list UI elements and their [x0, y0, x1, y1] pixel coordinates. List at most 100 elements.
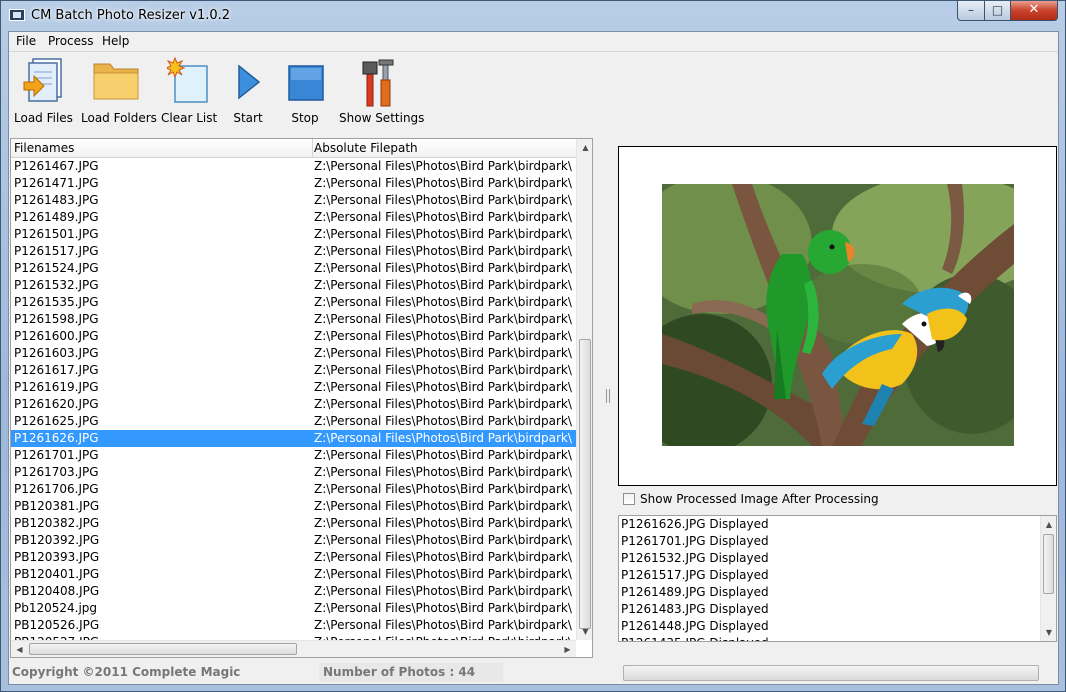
- filename-cell: PB120408.JPG: [14, 584, 100, 598]
- filename-cell: P1261620.JPG: [14, 397, 99, 411]
- log-scroll-thumb[interactable]: [1043, 534, 1054, 594]
- copyright-text: Copyright ©2011 Complete Magic: [12, 665, 241, 679]
- progress-bar: [623, 665, 1039, 681]
- tools-icon: [362, 59, 394, 107]
- table-row[interactable]: P1261471.JPG Z:\Personal Files\Photos\Bir…: [11, 175, 576, 192]
- table-row[interactable]: PB120408.JPG Z:\Personal Files\Photos\Bir…: [11, 583, 576, 600]
- table-row[interactable]: P1261617.JPG Z:\Personal Files\Photos\Bir…: [11, 362, 576, 379]
- table-row[interactable]: PB120382.JPG Z:\Personal Files\Photos\Bir…: [11, 515, 576, 532]
- table-row[interactable]: P1261483.JPG Z:\Personal Files\Photos\Bir…: [11, 192, 576, 209]
- filepath-cell: Z:\Personal Files\Photos\Bird Park\birdp…: [314, 516, 572, 530]
- scroll-thumb[interactable]: [579, 339, 591, 629]
- log-entry: P1261435.JPG Displayed: [619, 635, 1056, 641]
- log-rows: P1261626.JPG Displayed P1261701.JPG Displ…: [619, 516, 1056, 641]
- table-row[interactable]: P1261701.JPG Z:\Personal Files\Photos\Bir…: [11, 447, 576, 464]
- show-processed-checkbox[interactable]: [623, 493, 635, 505]
- log-scroll-down-arrow-icon[interactable]: ▼: [1041, 624, 1056, 641]
- scroll-down-arrow-icon[interactable]: ▼: [577, 623, 592, 640]
- table-row[interactable]: P1261532.JPG Z:\Personal Files\Photos\Bir…: [11, 277, 576, 294]
- column-header-filenames[interactable]: Filenames: [14, 141, 74, 155]
- close-button[interactable]: ✕: [1010, 1, 1058, 21]
- client-area: File Process Help Load Files Load Folder…: [8, 31, 1059, 685]
- menu-help[interactable]: Help: [102, 34, 129, 48]
- show-processed-label[interactable]: Show Processed Image After Processing: [640, 492, 879, 506]
- load-folders-button[interactable]: Load Folders: [81, 56, 157, 128]
- load-files-icon: [23, 58, 62, 102]
- table-row[interactable]: P1261600.JPG Z:\Personal Files\Photos\Bir…: [11, 328, 576, 345]
- table-row[interactable]: P1261598.JPG Z:\Personal Files\Photos\Bir…: [11, 311, 576, 328]
- table-row[interactable]: P1261625.JPG Z:\Personal Files\Photos\Bir…: [11, 413, 576, 430]
- filename-cell: P1261626.JPG: [14, 431, 99, 445]
- filepath-cell: Z:\Personal Files\Photos\Bird Park\birdp…: [314, 159, 572, 173]
- activity-log[interactable]: P1261626.JPG Displayed P1261701.JPG Displ…: [618, 515, 1057, 642]
- list-header: Filenames Absolute Filepath: [11, 139, 576, 158]
- filename-cell: P1261517.JPG: [14, 244, 99, 258]
- log-scrollbar[interactable]: ▲ ▼: [1040, 516, 1056, 641]
- scroll-up-arrow-icon[interactable]: ▲: [577, 139, 592, 156]
- start-button[interactable]: Start: [229, 56, 267, 128]
- filepath-cell: Z:\Personal Files\Photos\Bird Park\birdp…: [314, 193, 572, 207]
- file-list[interactable]: Filenames Absolute Filepath P1261467.JPG…: [10, 138, 593, 658]
- list-vertical-scrollbar[interactable]: ▲ ▼: [576, 139, 592, 640]
- load-files-button[interactable]: Load Files: [14, 56, 73, 128]
- filename-cell: P1261703.JPG: [14, 465, 99, 479]
- stop-button[interactable]: Stop: [285, 56, 325, 128]
- table-row[interactable]: P1261619.JPG Z:\Personal Files\Photos\Bir…: [11, 379, 576, 396]
- filepath-cell: Z:\Personal Files\Photos\Bird Park\birdp…: [314, 363, 572, 377]
- filepath-cell: Z:\Personal Files\Photos\Bird Park\birdp…: [314, 278, 572, 292]
- minimize-button[interactable]: –: [957, 1, 985, 21]
- filepath-cell: Z:\Personal Files\Photos\Bird Park\birdp…: [314, 601, 572, 615]
- list-horizontal-scrollbar[interactable]: ◀ ▶: [11, 640, 576, 657]
- filename-cell: P1261532.JPG: [14, 278, 99, 292]
- filename-cell: PB120381.JPG: [14, 499, 100, 513]
- table-row[interactable]: PB120526.JPG Z:\Personal Files\Photos\Bir…: [11, 617, 576, 634]
- filepath-cell: Z:\Personal Files\Photos\Bird Park\birdp…: [314, 499, 572, 513]
- table-row[interactable]: P1261703.JPG Z:\Personal Files\Photos\Bir…: [11, 464, 576, 481]
- scroll-right-arrow-icon[interactable]: ▶: [559, 641, 576, 657]
- log-entry: P1261517.JPG Displayed: [621, 568, 769, 582]
- column-header-filepath[interactable]: Absolute Filepath: [314, 141, 418, 155]
- maximize-button[interactable]: □: [984, 1, 1011, 21]
- table-row[interactable]: P1261603.JPG Z:\Personal Files\Photos\Bir…: [11, 345, 576, 362]
- splitter-grip[interactable]: [606, 389, 610, 403]
- filename-cell: PB120393.JPG: [14, 550, 100, 564]
- table-row[interactable]: P1261620.JPG Z:\Personal Files\Photos\Bir…: [11, 396, 576, 413]
- filename-cell: PB120401.JPG: [14, 567, 100, 581]
- table-row[interactable]: P1261626.JPG Z:\Personal Files\Photos\Bir…: [11, 430, 576, 447]
- filepath-cell: Z:\Personal Files\Photos\Bird Park\birdp…: [314, 431, 572, 445]
- table-row[interactable]: PB120392.JPG Z:\Personal Files\Photos\Bir…: [11, 532, 576, 549]
- play-icon: [238, 64, 261, 100]
- table-row[interactable]: P1261517.JPG Z:\Personal Files\Photos\Bir…: [11, 243, 576, 260]
- table-row[interactable]: P1261489.JPG Z:\Personal Files\Photos\Bir…: [11, 209, 576, 226]
- table-row[interactable]: PB120393.JPG Z:\Personal Files\Photos\Bir…: [11, 549, 576, 566]
- log-entry: P1261701.JPG Displayed: [621, 534, 769, 548]
- table-row[interactable]: P1261524.JPG Z:\Personal Files\Photos\Bir…: [11, 260, 576, 277]
- filename-cell: P1261471.JPG: [14, 176, 99, 190]
- filename-cell: P1261706.JPG: [14, 482, 99, 496]
- filename-cell: P1261524.JPG: [14, 261, 99, 275]
- log-scroll-up-arrow-icon[interactable]: ▲: [1041, 516, 1056, 533]
- table-row[interactable]: P1261706.JPG Z:\Personal Files\Photos\Bir…: [11, 481, 576, 498]
- show-settings-button[interactable]: Show Settings: [339, 56, 424, 128]
- table-row[interactable]: P1261535.JPG Z:\Personal Files\Photos\Bir…: [11, 294, 576, 311]
- filepath-cell: Z:\Personal Files\Photos\Bird Park\birdp…: [314, 380, 572, 394]
- filepath-cell: Z:\Personal Files\Photos\Bird Park\birdp…: [314, 584, 572, 598]
- filename-cell: P1261617.JPG: [14, 363, 99, 377]
- clear-list-button[interactable]: Clear List: [161, 56, 217, 128]
- toolbar: Load Files Load Folders Clear List Start…: [9, 52, 1058, 130]
- table-row[interactable]: P1261501.JPG Z:\Personal Files\Photos\Bir…: [11, 226, 576, 243]
- table-row[interactable]: P1261467.JPG Z:\Personal Files\Photos\Bir…: [11, 158, 576, 175]
- table-row[interactable]: PB120381.JPG Z:\Personal Files\Photos\Bir…: [11, 498, 576, 515]
- column-divider[interactable]: [312, 139, 313, 157]
- filename-cell: PB120526.JPG: [14, 618, 100, 632]
- menu-file[interactable]: File: [16, 34, 36, 48]
- title-bar[interactable]: CM Batch Photo Resizer v1.0.2 – □ ✕: [1, 1, 1065, 31]
- table-row[interactable]: PB120401.JPG Z:\Personal Files\Photos\Bir…: [11, 566, 576, 583]
- scroll-left-arrow-icon[interactable]: ◀: [11, 641, 28, 657]
- stop-label: Stop: [291, 111, 319, 125]
- filename-cell: P1261603.JPG: [14, 346, 99, 360]
- table-row[interactable]: Pb120524.jpg Z:\Personal Files\Photos\Bir…: [11, 600, 576, 617]
- filename-cell: P1261467.JPG: [14, 159, 99, 173]
- horizontal-scroll-thumb[interactable]: [29, 643, 297, 655]
- menu-process[interactable]: Process: [48, 34, 94, 48]
